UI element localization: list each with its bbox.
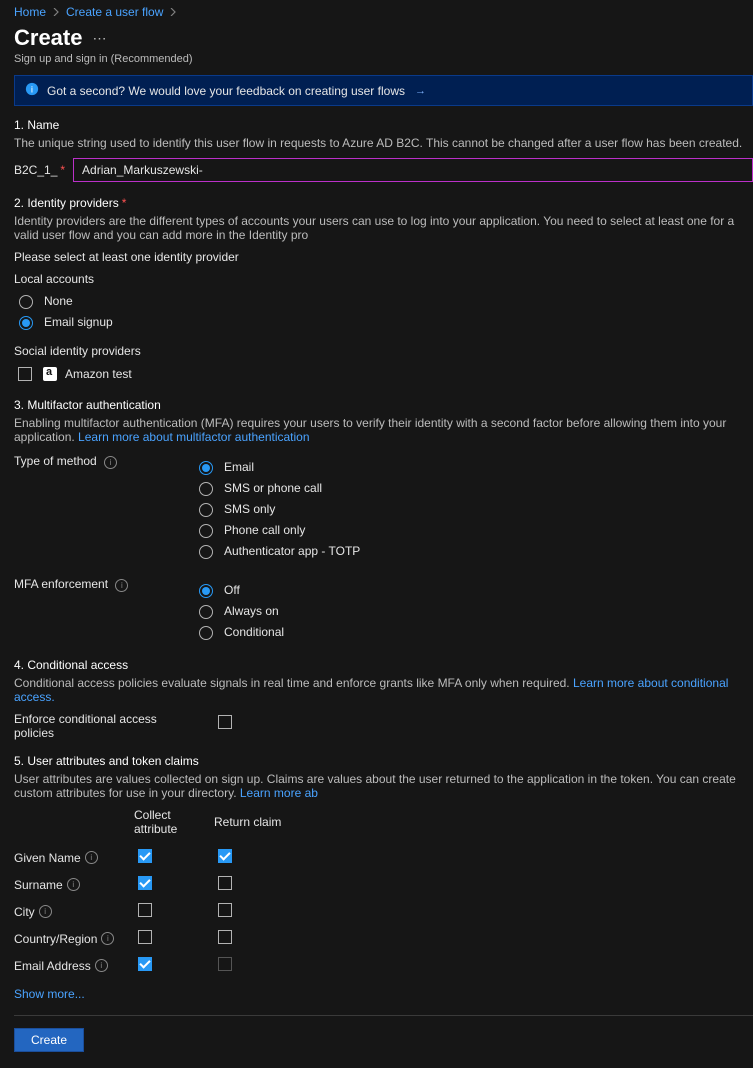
section-name-desc: The unique string used to identify this … (14, 136, 753, 150)
section-user-attributes: 5. User attributes and token claims User… (14, 754, 753, 1001)
city-collect-checkbox[interactable] (138, 903, 152, 917)
mfa-method-phoneonly-radio[interactable] (199, 524, 213, 538)
mfa-method-email-radio[interactable] (199, 461, 213, 475)
page-title: Create (14, 25, 82, 51)
given-name-return-checkbox[interactable] (218, 849, 232, 863)
breadcrumb-home[interactable]: Home (14, 5, 46, 19)
country-collect-checkbox[interactable] (138, 930, 152, 944)
city-return-checkbox[interactable] (218, 903, 232, 917)
info-icon[interactable]: i (95, 959, 108, 972)
given-name-collect-checkbox[interactable] (138, 849, 152, 863)
attr-row-country: Country/Regioni (14, 927, 753, 950)
info-icon[interactable]: i (101, 932, 114, 945)
breadcrumb: Home Create a user flow (14, 0, 753, 19)
attrs-col-collect: Collect attribute (134, 808, 214, 836)
country-return-checkbox[interactable] (218, 930, 232, 944)
create-button[interactable]: Create (14, 1028, 84, 1052)
mfa-method-totp-radio[interactable] (199, 545, 213, 559)
info-icon[interactable]: i (115, 579, 128, 592)
surname-collect-checkbox[interactable] (138, 876, 152, 890)
local-accounts-heading: Local accounts (14, 272, 753, 286)
section-ca-desc: Conditional access policies evaluate sig… (14, 676, 753, 704)
feedback-text: Got a second? We would love your feedbac… (47, 84, 405, 98)
mfa-learn-more-link[interactable]: Learn more about multifactor authenticat… (78, 430, 309, 444)
attr-row-email: Email Addressi (14, 954, 753, 977)
name-prefix-label: B2C_1_* (14, 163, 65, 177)
local-none-label: None (44, 294, 73, 308)
surname-return-checkbox[interactable] (218, 876, 232, 890)
svg-text:i: i (31, 85, 33, 96)
mfa-method-email-option[interactable]: Email (194, 458, 753, 475)
mfa-method-smsonly-radio[interactable] (199, 503, 213, 517)
mfa-enforcement-label: MFA enforcement i (14, 577, 154, 644)
attrs-header: Collect attribute Return claim (14, 808, 753, 836)
local-none-option[interactable]: None (14, 292, 753, 309)
breadcrumb-create-user-flow[interactable]: Create a user flow (66, 5, 163, 19)
section-conditional-access: 4. Conditional access Conditional access… (14, 658, 753, 740)
mfa-enforce-conditional-option[interactable]: Conditional (194, 623, 753, 640)
local-email-option[interactable]: Email signup (14, 313, 753, 330)
section-mfa: 3. Multifactor authentication Enabling m… (14, 398, 753, 644)
local-none-radio[interactable] (19, 295, 33, 309)
mfa-method-sms-radio[interactable] (199, 482, 213, 496)
section-idp-title: 2. Identity providers* (14, 196, 753, 210)
attr-row-surname: Surnamei (14, 873, 753, 896)
attrs-learn-more-link[interactable]: Learn more ab (240, 786, 318, 800)
ca-enforce-checkbox[interactable] (218, 715, 232, 729)
mfa-method-sms-option[interactable]: SMS or phone call (194, 479, 753, 496)
amazon-icon (43, 367, 57, 381)
idp-hint: Please select at least one identity prov… (14, 250, 753, 264)
chevron-right-icon (52, 5, 60, 19)
section-attrs-desc: User attributes are values collected on … (14, 772, 753, 800)
mfa-method-totp-option[interactable]: Authenticator app - TOTP (194, 542, 753, 559)
info-icon[interactable]: i (85, 851, 98, 864)
section-idp-desc: Identity providers are the different typ… (14, 214, 753, 242)
mfa-method-label: Type of method i (14, 454, 154, 563)
attr-row-given-name: Given Namei (14, 846, 753, 869)
attrs-col-return: Return claim (214, 815, 294, 829)
info-icon[interactable]: i (67, 878, 80, 891)
mfa-enforce-always-radio[interactable] (199, 605, 213, 619)
attr-row-city: Cityi (14, 900, 753, 923)
mfa-enforce-always-option[interactable]: Always on (194, 602, 753, 619)
footer: Create (14, 1015, 753, 1068)
email-collect-checkbox[interactable] (138, 957, 152, 971)
section-identity-providers: 2. Identity providers* Identity provider… (14, 196, 753, 384)
info-icon[interactable]: i (104, 456, 117, 469)
info-icon: i (25, 82, 39, 99)
section-name: 1. Name The unique string used to identi… (14, 118, 753, 182)
social-amazon-checkbox[interactable] (18, 367, 32, 381)
section-mfa-desc: Enabling multifactor authentication (MFA… (14, 416, 753, 444)
mfa-enforce-conditional-radio[interactable] (199, 626, 213, 640)
mfa-enforce-off-radio[interactable] (199, 584, 213, 598)
email-return-checkbox (218, 957, 232, 971)
local-email-label: Email signup (44, 315, 113, 329)
mfa-method-smsonly-option[interactable]: SMS only (194, 500, 753, 517)
ca-enforce-label: Enforce conditional access policies (14, 712, 174, 740)
section-name-title: 1. Name (14, 118, 753, 132)
page-subtitle: Sign up and sign in (Recommended) (14, 53, 753, 65)
section-attrs-title: 5. User attributes and token claims (14, 754, 753, 768)
social-amazon-option[interactable]: Amazon test (14, 364, 753, 384)
feedback-banner[interactable]: i Got a second? We would love your feedb… (14, 75, 753, 106)
arrow-right-icon: → (415, 85, 426, 97)
more-actions-icon[interactable]: ⋯ (92, 31, 106, 45)
local-email-radio[interactable] (19, 316, 33, 330)
social-amazon-label: Amazon test (65, 367, 132, 381)
mfa-enforce-off-option[interactable]: Off (194, 581, 753, 598)
chevron-right-icon (169, 5, 177, 19)
show-more-link[interactable]: Show more... (14, 987, 85, 1001)
info-icon[interactable]: i (39, 905, 52, 918)
social-providers-heading: Social identity providers (14, 344, 753, 358)
name-input[interactable] (73, 158, 753, 182)
section-mfa-title: 3. Multifactor authentication (14, 398, 753, 412)
mfa-method-phoneonly-option[interactable]: Phone call only (194, 521, 753, 538)
section-ca-title: 4. Conditional access (14, 658, 753, 672)
